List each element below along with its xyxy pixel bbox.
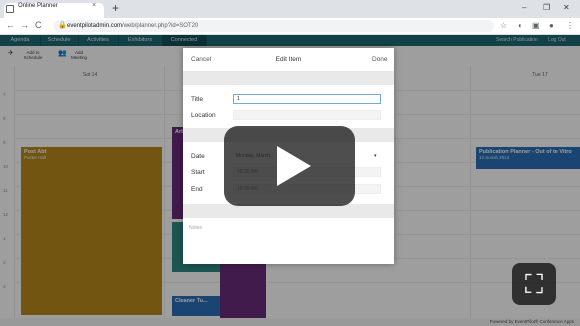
start-label: Start: [191, 169, 205, 176]
section-divider: [183, 71, 394, 85]
tab-close-icon[interactable]: ×: [92, 2, 96, 9]
fullscreen-icon: ⛶: [524, 269, 544, 299]
back-button[interactable]: ←: [6, 19, 15, 32]
minimize-button[interactable]: –: [522, 2, 526, 14]
title-input[interactable]: [233, 94, 381, 104]
location-input[interactable]: [233, 110, 381, 120]
location-label: Location: [191, 112, 216, 119]
title-label: Title: [191, 96, 204, 103]
chevron-down-icon[interactable]: ▾: [374, 151, 377, 161]
profile-icon[interactable]: ●: [549, 19, 554, 32]
forward-button[interactable]: →: [20, 19, 29, 32]
lock-icon: 🔒: [58, 22, 67, 29]
tab-favicon-icon: [6, 5, 14, 13]
reload-button[interactable]: C: [35, 19, 42, 32]
url-text[interactable]: eventpilotadmin.com/web/planner.php?id=S…: [67, 22, 198, 30]
maximize-button[interactable]: ❐: [543, 2, 550, 14]
url-host: eventpilotadmin.com: [67, 23, 123, 29]
notes-textarea[interactable]: Notes: [189, 225, 202, 231]
url-path: /web/planner.php?id=SOT20: [122, 23, 199, 29]
play-icon: [277, 146, 311, 186]
done-button[interactable]: Done: [372, 56, 388, 63]
star-icon[interactable]: ☆: [500, 19, 507, 32]
menu-icon[interactable]: ⋮: [566, 19, 574, 32]
modal-title: Edit Item: [275, 56, 302, 63]
section-divider: [183, 204, 394, 218]
youtube-extension-icon[interactable]: ▣: [532, 19, 540, 32]
new-tab-button[interactable]: +: [112, 1, 119, 15]
window-close-button[interactable]: ✕: [563, 2, 570, 14]
tab-title: Online Planner: [18, 3, 58, 9]
date-label: Date: [191, 153, 205, 160]
extension-icon[interactable]: ◐: [518, 19, 523, 32]
end-label: End: [191, 186, 203, 193]
